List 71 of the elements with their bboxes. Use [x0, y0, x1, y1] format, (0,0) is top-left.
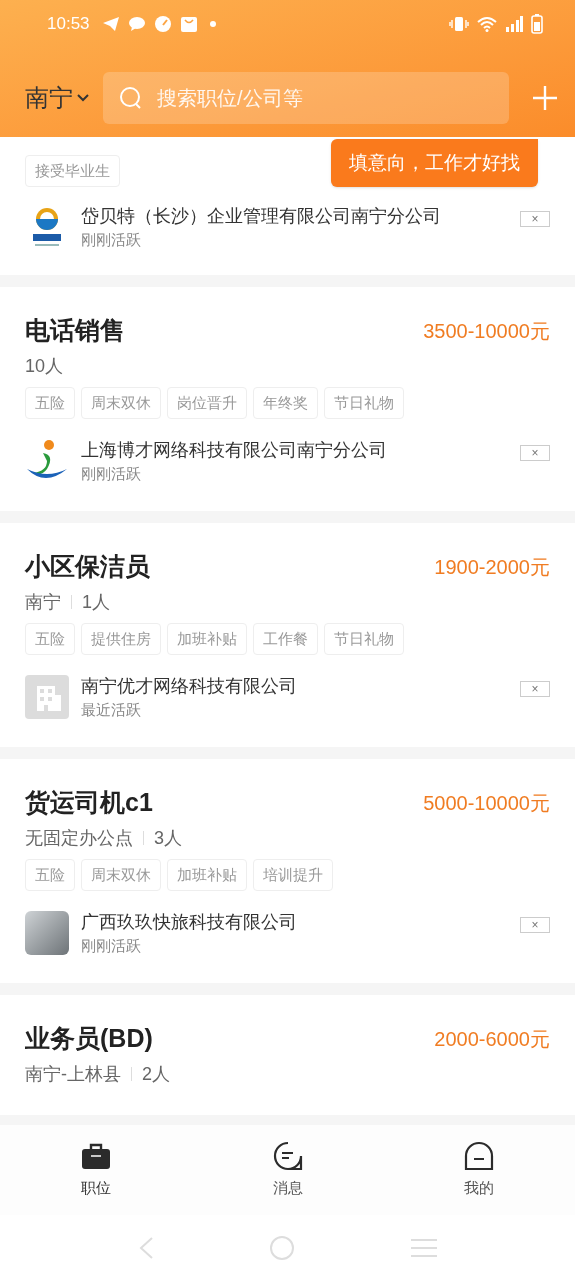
job-card[interactable]: 电话销售 3500-10000元 10人 五险 周末双休 岗位晋升 年终奖 节日礼物 上海博才网络科技有限公司南宁分公司 刚刚活跃 × — [0, 287, 575, 511]
company-logo — [25, 675, 69, 719]
signal-icon — [505, 16, 523, 32]
tag: 五险 — [25, 623, 75, 655]
photo-placeholder — [25, 911, 69, 955]
tag: 岗位晋升 — [167, 387, 247, 419]
job-info: 无固定办公点 — [25, 826, 133, 850]
job-info: 10人 — [25, 354, 64, 378]
search-icon — [119, 86, 143, 110]
chat-icon — [272, 1140, 303, 1171]
menu-icon[interactable] — [409, 1237, 438, 1258]
salary: 3500-10000元 — [423, 319, 550, 344]
nav-tab[interactable]: 我的 — [383, 1125, 575, 1215]
job-info: 1人 — [82, 590, 110, 614]
company-name[interactable]: 岱贝特（长沙）企业管理有限公司南宁分公司 — [81, 203, 441, 229]
tag: 节日礼物 — [324, 623, 404, 655]
dismiss-button[interactable]: × — [520, 917, 550, 933]
dismiss-button[interactable]: × — [520, 445, 550, 461]
dismiss-button[interactable]: × — [520, 681, 550, 697]
dot-icon — [209, 21, 216, 27]
tag: 五险 — [25, 387, 75, 419]
job-title: 电话销售 — [25, 315, 125, 347]
activity-status: 刚刚活跃 — [81, 936, 142, 956]
bag-icon — [179, 15, 198, 33]
person-icon — [464, 1140, 495, 1171]
back-icon[interactable] — [137, 1235, 154, 1260]
salary: 2000-6000元 — [434, 1027, 550, 1052]
tag: 周末双休 — [81, 859, 161, 891]
job-info: 南宁 — [25, 590, 61, 614]
vibrate-icon — [449, 16, 469, 32]
activity-status: 刚刚活跃 — [81, 230, 142, 250]
tag: 节日礼物 — [324, 387, 404, 419]
battery-icon — [531, 14, 543, 34]
activity-status: 最近活跃 — [81, 700, 142, 720]
salary: 1900-2000元 — [434, 555, 550, 580]
tag: 周末双休 — [81, 387, 161, 419]
chat-bubble-icon — [127, 16, 146, 32]
tag: 加班补贴 — [167, 623, 247, 655]
job-info: 3人 — [154, 826, 182, 850]
tag: 培训提升 — [253, 859, 333, 891]
activity-status: 刚刚活跃 — [81, 464, 142, 484]
job-title: 小区保洁员 — [25, 551, 150, 583]
tag: 年终奖 — [253, 387, 318, 419]
job-card[interactable]: 货运司机c1 5000-10000元 无固定办公点 3人 五险 周末双休 加班补贴 培训提升 广西玖玖快旅科技有限公司 刚刚活跃 × — [0, 759, 575, 983]
tag: 接受毕业生 — [25, 155, 120, 187]
nav-tab[interactable]: 消息 — [191, 1125, 384, 1215]
wifi-icon — [477, 16, 497, 32]
company-name[interactable]: 南宁优才网络科技有限公司 — [81, 673, 297, 699]
chevron-down-icon — [77, 94, 89, 102]
job-info: 南宁-上林县 — [25, 1062, 121, 1086]
job-info: 2人 — [142, 1062, 170, 1086]
add-button[interactable] — [531, 84, 559, 112]
home-icon[interactable] — [268, 1234, 295, 1261]
status-time: 10:53 — [47, 13, 90, 36]
job-card[interactable]: 小区保洁员 1900-2000元 南宁 1人 五险 提供住房 加班补贴 工作餐 节日礼物 南宁优才网络科技有限公司 最近活跃 × — [0, 523, 575, 747]
company-name[interactable]: 广西玖玖快旅科技有限公司 — [81, 909, 297, 935]
company-name[interactable]: 上海博才网络科技有限公司南宁分公司 — [81, 437, 387, 463]
tag: 提供住房 — [81, 623, 161, 655]
job-title: 业务员(BD) — [25, 1023, 153, 1055]
gauge-icon — [153, 15, 172, 33]
tag: 五险 — [25, 859, 75, 891]
paper-plane-icon — [101, 16, 120, 32]
tooltip: 填意向，工作才好找 — [331, 139, 538, 187]
dismiss-button[interactable]: × — [520, 211, 550, 227]
nav-tab[interactable]: 职位 — [0, 1125, 192, 1215]
job-card[interactable]: 业务员(BD) 2000-6000元 南宁-上林县 2人 — [0, 995, 575, 1115]
city-selector[interactable]: 南宁 — [25, 80, 89, 116]
tag: 加班补贴 — [167, 859, 247, 891]
job-title: 货运司机c1 — [25, 787, 153, 819]
salary: 5000-10000元 — [423, 791, 550, 816]
tag: 工作餐 — [253, 623, 318, 655]
